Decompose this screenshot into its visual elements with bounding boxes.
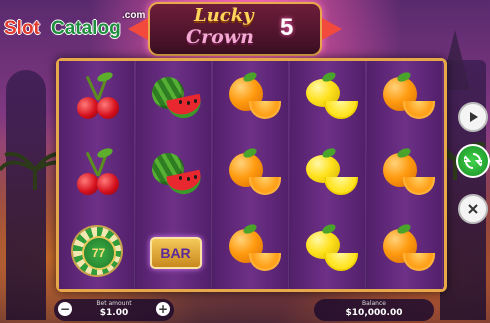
reel-cell <box>367 61 442 137</box>
orange-symbol-icon <box>223 146 281 201</box>
reel-cell <box>290 61 365 137</box>
reel-column <box>290 61 366 289</box>
orange-symbol-icon <box>223 222 281 277</box>
reel-cell <box>59 137 134 213</box>
lemon-symbol-icon <box>300 146 358 201</box>
bar-label: BAR <box>149 237 202 269</box>
spin-button[interactable] <box>456 144 490 178</box>
reel-cell <box>59 61 134 137</box>
watermark-slot: Slot <box>4 18 40 39</box>
reel-cell <box>136 61 211 137</box>
reel-cell <box>136 137 211 213</box>
reel-column: 77 <box>59 61 135 289</box>
cherry-symbol-icon <box>69 146 125 201</box>
play-button[interactable] <box>458 102 488 132</box>
chip-label: 77 <box>81 236 116 270</box>
orange-symbol-icon <box>377 70 435 125</box>
cherry-symbol-icon <box>69 70 125 125</box>
orange-symbol-icon <box>377 146 435 201</box>
reel-grid: 77 BAR <box>56 58 447 292</box>
watermelon-symbol-icon <box>146 73 204 125</box>
sign-arrow-left-icon <box>128 18 148 40</box>
watermark-catalog: Catalog <box>51 18 121 39</box>
autoplay-button[interactable] <box>458 194 488 224</box>
reel-cell: BAR <box>136 213 211 289</box>
reel-cell: 77 <box>59 213 134 289</box>
reel-column <box>367 61 443 289</box>
reel-column <box>213 61 289 289</box>
reel-cell <box>367 213 442 289</box>
game-title-line1: Lucky <box>194 5 254 26</box>
lemon-symbol-icon <box>300 70 358 125</box>
reel-cell <box>290 213 365 289</box>
game-title-number: 5 <box>280 14 294 41</box>
background-tower-left <box>6 70 46 320</box>
reel-cell <box>213 137 288 213</box>
bet-amount-box: − Bet amount $1.00 + <box>54 299 174 321</box>
autoplay-icon <box>468 204 478 214</box>
reel-cell <box>213 61 288 137</box>
balance-value: $10,000.00 <box>345 308 403 318</box>
chip-symbol-icon: 77 <box>69 225 125 277</box>
game-title-sign: Lucky Crown 5 <box>128 2 342 56</box>
lemon-symbol-icon <box>300 222 358 277</box>
orange-symbol-icon <box>377 222 435 277</box>
reel-cell <box>367 137 442 213</box>
game-title-line2: Crown <box>186 26 254 48</box>
bet-increase-button[interactable]: + <box>156 302 170 316</box>
sign-arrow-right-icon <box>322 18 342 40</box>
reel-column: BAR <box>136 61 212 289</box>
play-icon <box>470 112 478 122</box>
bar-symbol-icon: BAR <box>146 225 202 277</box>
reel-cell <box>213 213 288 289</box>
reel-cell <box>290 137 365 213</box>
watermelon-symbol-icon <box>146 149 204 201</box>
spin-icon <box>464 153 482 169</box>
balance-label: Balance <box>362 300 386 307</box>
bottom-bar: − Bet amount $1.00 + Balance $10,000.00 <box>52 296 438 323</box>
balance-box: Balance $10,000.00 <box>314 299 434 321</box>
orange-symbol-icon <box>223 70 281 125</box>
